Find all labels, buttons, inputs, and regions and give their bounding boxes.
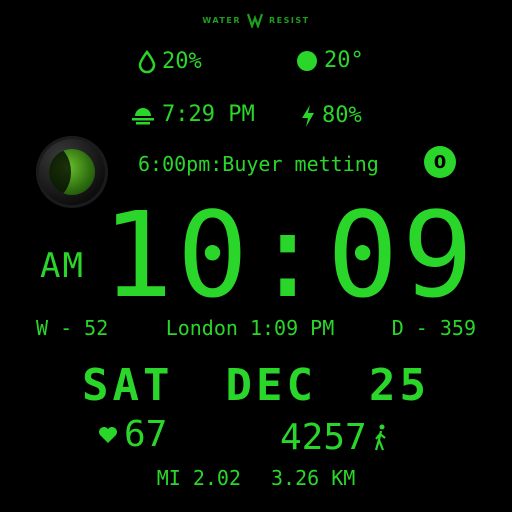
brand-left-text: WATER	[202, 15, 242, 25]
distance-miles: MI 2.02	[156, 466, 241, 490]
brand-right-text: RESIST	[269, 15, 310, 25]
steps-complication[interactable]: 4257	[280, 417, 389, 458]
calendar-event[interactable]: 6:00pm:Buyer metting	[138, 152, 379, 176]
heart-rate-value: 67	[124, 414, 168, 455]
moon-phase-icon[interactable]	[36, 136, 108, 208]
moon-face	[49, 149, 95, 195]
notification-badge[interactable]: 0	[424, 146, 456, 178]
temperature-value: 20°	[324, 48, 364, 73]
walking-person-icon	[373, 424, 389, 452]
main-time: 10:09	[102, 186, 478, 324]
brand-header: WATER RESIST	[0, 12, 512, 28]
day: 25	[368, 360, 430, 411]
am-pm-indicator: AM	[40, 246, 85, 286]
steps-value: 4257	[280, 417, 367, 458]
distance-row: MI 2.02 3.26 KM	[0, 466, 512, 490]
sunset-complication[interactable]: 7:29 PM	[130, 104, 255, 126]
day-of-year: D - 359	[391, 316, 476, 340]
lightning-bolt-icon	[300, 104, 316, 128]
sunset-time: 7:29 PM	[162, 102, 255, 127]
battery-level: 80%	[322, 103, 362, 128]
brand-logo-icon	[247, 12, 264, 28]
humidity-complication[interactable]: 20%	[138, 50, 202, 74]
month: DEC	[225, 360, 317, 411]
week-number: W - 52	[36, 316, 109, 340]
battery-complication[interactable]: 80%	[300, 104, 362, 128]
weather-sun-icon	[296, 50, 318, 72]
humidity-value: 20%	[162, 49, 202, 74]
heart-rate-complication[interactable]: 67	[98, 414, 168, 455]
sunset-icon	[130, 105, 156, 125]
world-clock[interactable]: London 1:09 PM	[166, 316, 335, 340]
heart-icon	[98, 426, 118, 444]
info-row: W - 52 London 1:09 PM D - 359	[36, 316, 476, 340]
weekday: SAT	[82, 360, 174, 411]
temperature-complication[interactable]: 20°	[296, 50, 364, 72]
water-drop-icon	[138, 50, 156, 74]
distance-km: 3.26 KM	[271, 466, 356, 490]
date-row[interactable]: SAT DEC 25	[0, 360, 512, 411]
